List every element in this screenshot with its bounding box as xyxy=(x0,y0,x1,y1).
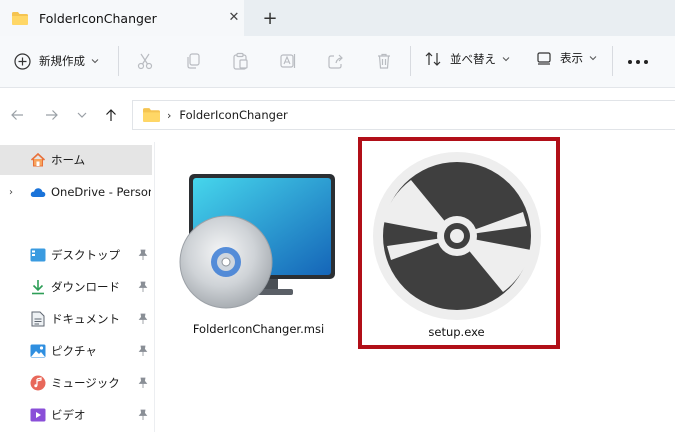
folder-icon xyxy=(143,108,160,122)
address-row: › FolderIconChanger xyxy=(0,88,675,142)
back-button[interactable] xyxy=(9,107,25,123)
sidebar-item-label: ホーム xyxy=(51,153,86,167)
up-button[interactable] xyxy=(103,107,119,123)
forward-button[interactable] xyxy=(44,107,60,123)
sidebar-item-label: ダウンロード xyxy=(51,280,120,294)
paste-icon[interactable] xyxy=(230,51,250,71)
plus-circle-icon xyxy=(14,52,31,70)
navigation-pane: ホーム › OneDrive - Persona デスクトップ ダウンロード ド… xyxy=(0,142,155,432)
toolbar-divider xyxy=(118,46,119,76)
folder-icon xyxy=(12,11,28,25)
recent-locations-button[interactable] xyxy=(74,107,90,123)
cut-icon[interactable] xyxy=(135,51,155,71)
file-name: FolderIconChanger.msi xyxy=(192,322,325,336)
sort-button-label: 並べ替え xyxy=(450,52,496,66)
download-icon xyxy=(30,279,46,295)
view-button[interactable]: 表示 xyxy=(536,50,597,66)
chevron-right-icon[interactable]: › xyxy=(9,187,13,198)
command-bar: 新規作成 並べ替え 表示 xyxy=(0,36,675,88)
toolbar-divider xyxy=(612,46,613,76)
more-dot xyxy=(628,60,632,64)
copy-icon[interactable] xyxy=(183,51,203,71)
view-button-label: 表示 xyxy=(560,51,583,65)
sidebar-item-documents[interactable]: ドキュメント xyxy=(0,304,152,334)
file-item-msi[interactable]: FolderIconChanger.msi xyxy=(176,170,341,336)
breadcrumb-item[interactable]: FolderIconChanger xyxy=(179,108,287,122)
desktop-icon xyxy=(30,247,46,263)
pin-icon[interactable] xyxy=(138,313,148,325)
more-options-button[interactable] xyxy=(628,56,648,68)
more-dot xyxy=(636,60,640,64)
view-icon xyxy=(537,52,551,65)
sort-button[interactable]: 並べ替え xyxy=(424,50,510,68)
new-button[interactable]: 新規作成 xyxy=(14,50,99,72)
toolbar-divider xyxy=(410,46,411,76)
sidebar-item-label: ビデオ xyxy=(51,408,86,422)
chevron-down-icon xyxy=(77,112,87,118)
pin-icon[interactable] xyxy=(138,377,148,389)
arrow-up-icon xyxy=(106,109,116,121)
sidebar-item-desktop[interactable]: デスクトップ xyxy=(0,240,152,270)
more-dot xyxy=(644,60,648,64)
pin-icon[interactable] xyxy=(138,249,148,261)
sidebar-item-label: ミュージック xyxy=(51,376,120,390)
tab-folder-icon-changer[interactable]: FolderIconChanger ✕ xyxy=(0,0,244,36)
arrow-left-icon xyxy=(11,110,23,120)
pin-icon[interactable] xyxy=(138,345,148,357)
sort-icon xyxy=(425,52,441,66)
sidebar-item-label: ピクチャ xyxy=(51,344,97,358)
chevron-right-icon[interactable]: › xyxy=(167,109,171,122)
close-tab-icon[interactable]: ✕ xyxy=(226,9,242,25)
video-icon xyxy=(30,407,46,423)
cloud-icon xyxy=(30,184,46,200)
home-icon xyxy=(30,152,46,168)
highlight-box xyxy=(358,137,560,349)
sidebar-item-label: デスクトップ xyxy=(51,248,120,262)
pin-icon[interactable] xyxy=(138,409,148,421)
new-button-label: 新規作成 xyxy=(39,54,85,68)
new-tab-button[interactable]: + xyxy=(260,8,280,29)
music-icon xyxy=(30,375,46,391)
sidebar-item-videos[interactable]: ビデオ xyxy=(0,400,152,430)
sidebar-item-label: OneDrive - Persona xyxy=(51,185,151,199)
document-icon xyxy=(30,311,46,327)
chevron-down-icon xyxy=(502,57,510,62)
address-bar[interactable]: › FolderIconChanger xyxy=(132,100,675,130)
sidebar-item-onedrive[interactable]: › OneDrive - Persona xyxy=(0,177,152,207)
pictures-icon xyxy=(30,343,46,359)
chevron-down-icon xyxy=(589,56,597,61)
chevron-down-icon xyxy=(91,59,99,64)
rename-icon[interactable] xyxy=(278,51,298,71)
pin-icon[interactable] xyxy=(138,281,148,293)
sidebar-item-pictures[interactable]: ピクチャ xyxy=(0,336,152,366)
sidebar-item-music[interactable]: ミュージック xyxy=(0,368,152,398)
sidebar-item-downloads[interactable]: ダウンロード xyxy=(0,272,152,302)
sidebar-item-label: ドキュメント xyxy=(51,312,120,326)
delete-icon[interactable] xyxy=(374,51,394,71)
sidebar-item-home[interactable]: ホーム xyxy=(0,145,152,175)
share-icon[interactable] xyxy=(326,51,346,71)
installer-package-icon xyxy=(179,174,335,309)
tab-bar: FolderIconChanger ✕ + xyxy=(0,0,675,36)
tab-title: FolderIconChanger xyxy=(39,10,157,26)
arrow-right-icon xyxy=(46,110,58,120)
